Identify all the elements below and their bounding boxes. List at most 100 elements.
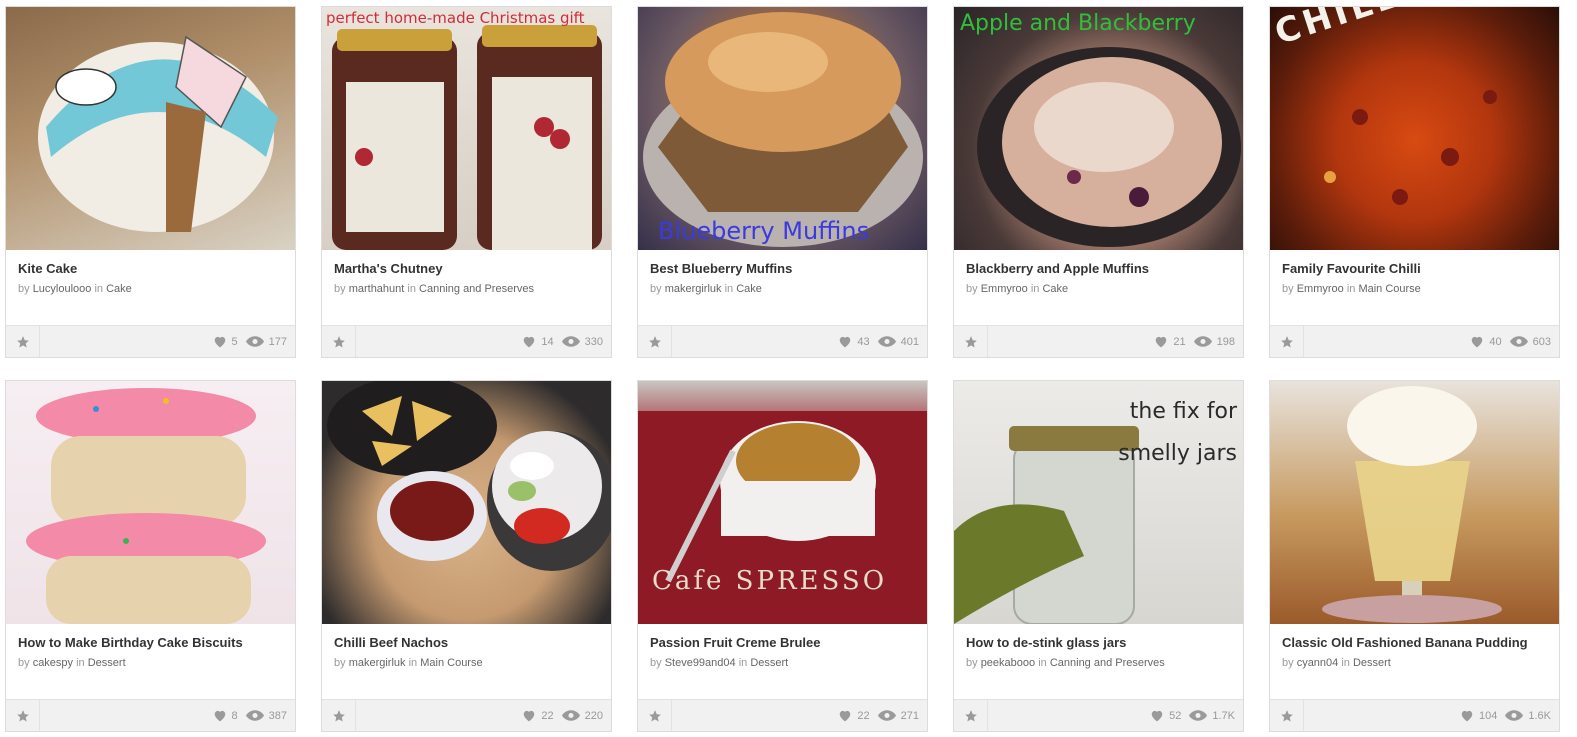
heart-icon [1154,335,1168,348]
recipe-meta: by Emmyroo in Main Course [1282,283,1547,295]
recipe-thumbnail[interactable] [6,381,295,624]
favorite-button[interactable] [954,326,988,357]
by-label: by [334,657,346,669]
recipe-thumbnail[interactable]: Apple and Blackberry [954,7,1243,250]
author-link[interactable]: Steve99and04 [665,657,736,669]
likes-count: 40 [1489,335,1502,348]
author-link[interactable]: makergirluk [349,657,406,669]
in-label: in [1030,283,1040,295]
category-link[interactable]: Dessert [750,657,788,669]
views-stat: 220 [561,710,603,722]
likes-stat: 104 [1460,709,1497,722]
category-link[interactable]: Canning and Preserves [1050,657,1165,669]
recipe-meta: by makergirluk in Main Course [334,657,599,669]
card-footer: 40 603 [1270,325,1559,357]
chilli-illustration [1324,90,1497,205]
recipe-title[interactable]: Martha's Chutney [334,261,599,276]
category-link[interactable]: Cake [106,283,132,295]
category-link[interactable]: Main Course [420,657,482,669]
views-stat: 330 [561,335,603,348]
heart-icon [213,335,227,348]
card-footer: 5 177 [6,325,295,357]
favorite-button[interactable] [954,700,988,731]
recipe-title[interactable]: Family Favourite Chilli [1282,261,1547,276]
favorite-button[interactable] [6,326,40,357]
recipe-title[interactable]: Classic Old Fashioned Banana Pudding [1282,635,1547,650]
likes-stat: 8 [213,709,238,722]
heart-icon [522,335,536,348]
favorite-button[interactable] [638,700,672,731]
recipe-thumbnail[interactable]: Blueberry Muffins [638,7,927,250]
favorite-button[interactable] [1270,700,1304,731]
views-stat: 177 [245,335,287,348]
by-label: by [1282,657,1294,669]
eye-icon [1505,710,1524,721]
by-label: by [650,657,662,669]
jars-illustration [332,25,602,250]
by-label: by [1282,283,1294,295]
image-caption: the fix for smelly jars [1118,399,1237,466]
views-stat: 271 [877,710,919,722]
recipe-thumbnail[interactable]: CHILLI TIME [1270,7,1559,250]
recipe-title[interactable]: Kite Cake [18,261,283,276]
category-link[interactable]: Cake [736,283,762,295]
author-link[interactable]: marthahunt [349,283,405,295]
recipe-thumbnail[interactable] [6,7,295,250]
author-link[interactable]: cyann04 [1297,657,1339,669]
author-link[interactable]: peekabooo [981,657,1035,669]
recipe-title[interactable]: Chilli Beef Nachos [334,635,599,650]
recipe-card: Cafe SPRESSO Passion Fruit Creme Brulee … [637,380,928,732]
star-icon [964,709,978,723]
recipe-thumbnail[interactable]: Cafe SPRESSO [638,381,927,624]
favorite-button[interactable] [1270,326,1304,357]
favorite-button[interactable] [6,700,40,731]
star-icon [332,335,346,349]
recipe-title[interactable]: Best Blueberry Muffins [650,261,915,276]
views-stat: 603 [1509,335,1551,348]
views-count: 330 [584,335,603,348]
in-label: in [408,657,418,669]
likes-count: 43 [857,335,870,348]
in-label: in [407,283,416,295]
category-link[interactable]: Main Course [1358,283,1420,295]
author-link[interactable]: Emmyroo [1297,283,1344,295]
recipe-title[interactable]: Blackberry and Apple Muffins [966,261,1231,276]
author-link[interactable]: makergirluk [665,283,722,295]
views-count: 177 [268,335,287,348]
recipe-title[interactable]: Passion Fruit Creme Brulee [650,635,915,650]
heart-icon [838,335,852,348]
recipe-thumbnail[interactable] [322,381,611,624]
star-icon [332,709,346,723]
category-link[interactable]: Canning and Preserves [419,283,534,295]
category-link[interactable]: Dessert [88,657,126,669]
category-link[interactable]: Cake [1042,283,1068,295]
likes-stat: 14 [522,335,554,348]
card-footer: 8 387 [6,699,295,731]
recipe-title[interactable]: How to Make Birthday Cake Biscuits [18,635,283,650]
views-count: 603 [1532,335,1551,348]
favorite-button[interactable] [322,700,356,731]
recipe-title[interactable]: How to de-stink glass jars [966,635,1231,650]
recipe-thumbnail[interactable] [1270,381,1559,624]
recipe-card: Classic Old Fashioned Banana Pudding by … [1269,380,1560,732]
favorite-button[interactable] [638,326,672,357]
category-link[interactable]: Dessert [1353,657,1391,669]
image-caption: Apple and Blackberry [960,11,1196,36]
views-stat: 401 [877,336,919,348]
author-link[interactable]: cakespy [33,657,73,669]
recipe-thumbnail[interactable]: perfect home-made Christmas gift [322,7,611,250]
heart-icon [1470,335,1484,348]
recipe-thumbnail[interactable]: the fix for smelly jars [954,381,1243,624]
by-label: by [650,283,662,295]
image-caption: Blueberry Muffins [658,217,870,245]
star-icon [648,709,662,723]
likes-count: 22 [857,709,870,722]
recipe-meta: by Steve99and04 in Dessert [650,657,915,669]
author-link[interactable]: Emmyroo [981,283,1028,295]
recipe-meta: by marthahunt in Canning and Preserves [334,283,599,295]
author-link[interactable]: Lucyloulooo [33,283,92,295]
likes-count: 8 [231,709,238,722]
favorite-button[interactable] [322,326,356,357]
recipe-card: Chilli Beef Nachos by makergirluk in Mai… [321,380,612,732]
views-count: 1.6K [1528,709,1551,722]
